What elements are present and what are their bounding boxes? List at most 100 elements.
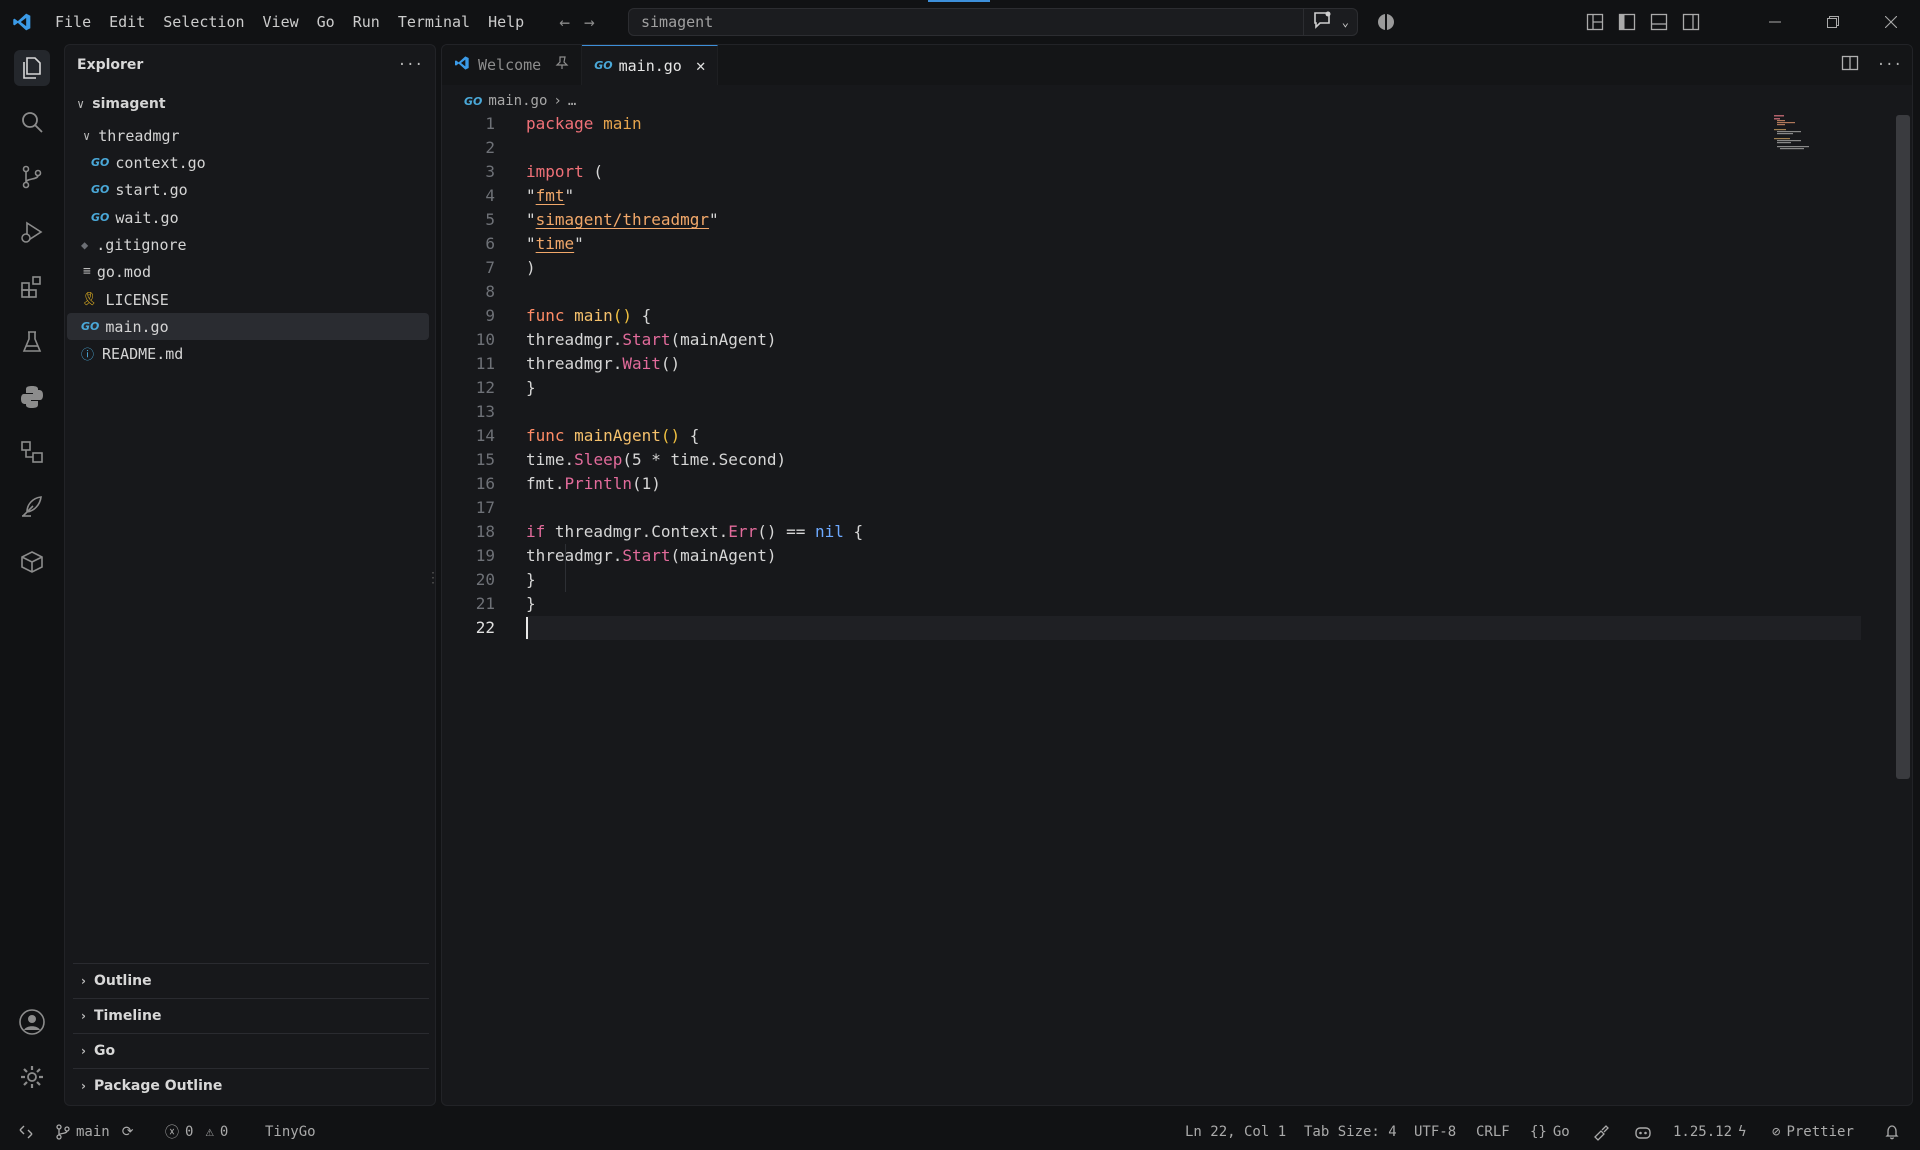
minimap[interactable] <box>1774 115 1816 155</box>
feather-icon[interactable] <box>14 489 50 525</box>
account-icon[interactable] <box>14 1004 50 1040</box>
go-file-icon: GO <box>464 94 483 108</box>
forward-arrow-icon[interactable]: → <box>584 12 595 33</box>
menu-selection[interactable]: Selection <box>154 7 253 37</box>
section-package-outline[interactable]: › Package Outline <box>73 1068 429 1102</box>
status-bar: main ⟳ ⓧ 0 ⚠ 0 TinyGo Ln 22, Col 1 Tab S… <box>0 1114 1920 1150</box>
remote-explorer-icon[interactable] <box>14 434 50 470</box>
toggle-secondary-sidebar-icon[interactable] <box>1682 13 1700 31</box>
more-actions-icon[interactable]: ··· <box>1877 57 1902 73</box>
tree-file-readme[interactable]: ⓘ README.md <box>81 340 183 367</box>
more-actions-icon[interactable]: ··· <box>398 57 423 73</box>
copilot-chat-icon[interactable] <box>1312 11 1332 33</box>
run-debug-icon[interactable] <box>14 214 50 250</box>
tab-main-go[interactable]: GO main.go ✕ <box>582 45 719 85</box>
tree-file-license[interactable]: 🎗 LICENSE <box>81 286 169 313</box>
breadcrumb-file[interactable]: main.go <box>488 93 547 109</box>
breadcrumb-rest[interactable]: … <box>568 93 576 109</box>
code-line[interactable]: if threadmgr.Context.Err() == nil { <box>526 520 863 544</box>
indent-guide <box>565 544 566 592</box>
code-line[interactable]: "fmt" <box>526 184 574 208</box>
line-number: 10 <box>475 330 495 349</box>
tree-file-gitignore[interactable]: ◆ .gitignore <box>81 231 187 258</box>
prettier-status[interactable]: ⊘ Prettier <box>1772 1114 1854 1150</box>
tab-welcome[interactable]: Welcome <box>442 45 583 85</box>
explorer-icon[interactable] <box>14 50 50 86</box>
tinygo-indicator[interactable]: TinyGo <box>265 1114 316 1150</box>
accent-indicator <box>928 0 990 2</box>
code-line[interactable]: threadmgr.Start(mainAgent) <box>526 544 776 568</box>
line-ending[interactable]: CRLF <box>1476 1114 1510 1150</box>
extensions-icon[interactable] <box>14 269 50 305</box>
cursor-position[interactable]: Ln 22, Col 1 <box>1185 1114 1286 1150</box>
back-arrow-icon[interactable]: ← <box>559 12 570 33</box>
package-box-icon[interactable] <box>14 544 50 580</box>
line-number: 2 <box>485 138 495 157</box>
code-line[interactable]: } <box>526 592 536 616</box>
menu-file[interactable]: File <box>46 7 100 37</box>
problems-indicator[interactable]: ⓧ 0 ⚠ 0 <box>165 1114 228 1150</box>
code-line[interactable]: fmt.Println(1) <box>526 472 661 496</box>
language-mode[interactable]: {} Go <box>1530 1114 1570 1150</box>
tree-file-start-go[interactable]: GO start.go <box>91 176 188 203</box>
menu-help[interactable]: Help <box>479 7 533 37</box>
code-line[interactable]: ) <box>526 256 536 280</box>
sync-icon[interactable]: ⟳ <box>122 1124 134 1140</box>
menu-view[interactable]: View <box>254 7 308 37</box>
error-count: 0 <box>185 1124 194 1140</box>
restore-icon[interactable] <box>1804 0 1862 44</box>
code-line[interactable]: package main <box>526 112 642 136</box>
code-line[interactable]: "simagent/threadmgr" <box>526 208 719 232</box>
menu-terminal[interactable]: Terminal <box>389 7 479 37</box>
section-timeline[interactable]: › Timeline <box>73 998 429 1032</box>
remote-indicator-icon[interactable] <box>18 1114 34 1150</box>
encoding[interactable]: UTF-8 <box>1414 1114 1456 1150</box>
pin-icon[interactable] <box>555 56 569 74</box>
source-control-icon[interactable] <box>14 159 50 195</box>
code-line[interactable]: func mainAgent() { <box>526 424 699 448</box>
sash-handle[interactable]: ⋮ <box>426 570 440 586</box>
notifications-bell-icon[interactable] <box>1884 1114 1900 1150</box>
python-icon[interactable] <box>14 379 50 415</box>
menu-go[interactable]: Go <box>308 7 344 37</box>
testing-flask-icon[interactable] <box>14 324 50 360</box>
command-center-search[interactable]: simagent ⌄ <box>628 8 1358 36</box>
formatter-brush-icon[interactable] <box>1592 1114 1610 1150</box>
tree-file-main-go[interactable]: GO main.go <box>67 313 429 340</box>
code-line[interactable]: "time" <box>526 232 584 256</box>
tree-file-go-mod[interactable]: ≡ go.mod <box>83 258 151 285</box>
section-outline[interactable]: › Outline <box>73 963 429 997</box>
close-icon[interactable]: ✕ <box>696 56 706 75</box>
chevron-down-icon: ∨ <box>77 96 85 111</box>
line-number: 8 <box>485 282 495 301</box>
search-icon[interactable] <box>14 104 50 140</box>
tree-file-context-go[interactable]: GO context.go <box>91 149 206 176</box>
minimize-icon[interactable] <box>1746 0 1804 44</box>
code-line[interactable]: threadmgr.Wait() <box>526 352 680 376</box>
code-line[interactable]: } <box>526 376 536 400</box>
code-line[interactable]: func main() { <box>526 304 651 328</box>
tree-folder-threadmgr[interactable]: ∨ threadmgr <box>83 122 180 149</box>
copilot-icon[interactable] <box>1376 12 1396 36</box>
code-line[interactable]: threadmgr.Start(mainAgent) <box>526 328 776 352</box>
code-line[interactable]: time.Sleep(5 * time.Second) <box>526 448 786 472</box>
split-editor-icon[interactable] <box>1841 54 1859 76</box>
section-go[interactable]: › Go <box>73 1033 429 1067</box>
tree-folder-root[interactable]: ∨ simagent <box>77 90 166 117</box>
menu-edit[interactable]: Edit <box>100 7 154 37</box>
customize-layout-icon[interactable] <box>1586 13 1604 31</box>
tree-file-wait-go[interactable]: GO wait.go <box>91 204 179 231</box>
settings-gear-icon[interactable] <box>14 1059 50 1095</box>
code-line[interactable]: import ( <box>526 160 603 184</box>
code-line[interactable]: } <box>526 568 536 592</box>
toggle-primary-sidebar-icon[interactable] <box>1618 13 1636 31</box>
toggle-panel-icon[interactable] <box>1650 13 1668 31</box>
close-window-icon[interactable] <box>1862 0 1920 44</box>
branch-indicator[interactable]: main ⟳ <box>56 1114 133 1150</box>
go-version[interactable]: 1.25.12 ϟ <box>1673 1114 1746 1150</box>
menu-run[interactable]: Run <box>344 7 389 37</box>
vertical-scrollbar[interactable] <box>1896 115 1910 779</box>
chevron-down-icon[interactable]: ⌄ <box>1342 15 1349 29</box>
tab-size[interactable]: Tab Size: 4 <box>1304 1114 1397 1150</box>
copilot-status-icon[interactable] <box>1634 1114 1652 1150</box>
